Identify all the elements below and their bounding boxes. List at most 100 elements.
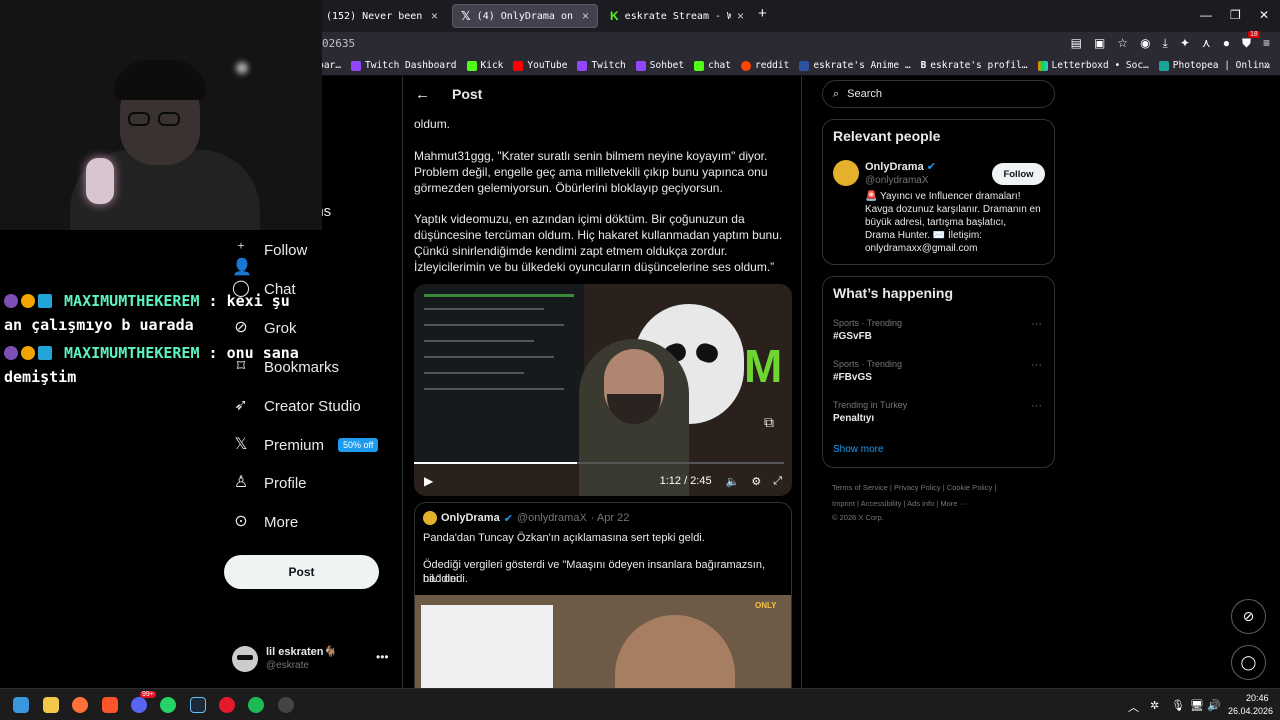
nav-label: Profile (264, 474, 307, 492)
play-icon[interactable]: ▶ (424, 474, 433, 488)
bookmark-label: Kick (480, 60, 504, 71)
browser-tab-3[interactable]: K eskrate Stream - Watch × (602, 4, 752, 28)
settings-icon[interactable]: ⚙ (751, 475, 761, 488)
minimize-icon[interactable]: — (1200, 8, 1212, 22)
glasses-left (128, 112, 150, 126)
footer-links[interactable]: Terms of Service | Privacy Policy | Cook… (832, 483, 996, 492)
menu-icon[interactable]: ≡ (1263, 36, 1270, 51)
more-icon[interactable]: ··· (1031, 400, 1042, 412)
windows-start-icon[interactable] (13, 697, 29, 713)
post-text-line: İzleyicilerimin ve bu ülkedeki oyuncular… (414, 260, 775, 274)
chat-message-2: MAXIMUMTHEKEREM : onu sana (4, 344, 299, 362)
embedded-video[interactable]: M ⧉ ▶ 1:12 / 2:45 🔈 ⚙ ⤢ (414, 284, 792, 496)
footer-links[interactable]: Imprint | Accessibility | Ads info | Mor… (832, 499, 967, 508)
bookmark-chat[interactable]: chat (694, 60, 731, 71)
search-box[interactable]: ⌕ Search (822, 80, 1055, 108)
bio-line: onlydramaxx@gmail.com (865, 243, 978, 254)
app-icon[interactable] (219, 697, 235, 713)
more-bookmarks-icon[interactable]: » (1264, 59, 1270, 71)
kick-logo-icon: K (610, 9, 619, 23)
spotify-icon[interactable] (248, 697, 264, 713)
extension-icon[interactable]: ◉ (1140, 36, 1150, 51)
reader-icon[interactable]: ▤ (1071, 36, 1082, 51)
star-icon[interactable]: ☆ (1117, 36, 1128, 51)
grok-floating-button[interactable]: ⊘ (1231, 599, 1266, 634)
nav-item-follow[interactable]: ⁺👤 Follow (232, 241, 307, 276)
close-icon[interactable]: × (737, 9, 744, 23)
url-bar[interactable]: 02635 (322, 37, 355, 50)
browser-tab-2[interactable]: 𝕏 (4) OnlyDrama on X: "Pi × (452, 4, 598, 28)
tray-chevron-icon[interactable]: ︿ (1128, 699, 1139, 715)
post-button[interactable]: Post (224, 555, 379, 589)
bookmark-anime[interactable]: eskrate's Anime … (799, 60, 911, 71)
firefox-icon[interactable] (72, 697, 88, 713)
more-icon[interactable]: ••• (376, 650, 389, 664)
download-icon[interactable]: ⤓ (1163, 36, 1168, 51)
avatar[interactable] (833, 160, 859, 186)
bookmark-sohbet[interactable]: Sohbet (635, 60, 684, 71)
post-text-line: görmezden gelemiyorsun. Öbürlerini blokl… (414, 181, 723, 195)
network-icon[interactable]: 🖥 (1190, 699, 1204, 712)
bookmark-reddit[interactable]: reddit (741, 60, 789, 71)
notif-badge: 99+ (140, 691, 156, 698)
app-icon[interactable] (278, 697, 294, 713)
close-icon[interactable]: × (431, 9, 438, 23)
bookmark-youtube[interactable]: YouTube (513, 60, 567, 71)
show-more-link[interactable]: Show more (833, 444, 884, 455)
fullscreen-icon[interactable]: ⤢ (773, 475, 782, 488)
steam-icon[interactable] (190, 697, 206, 713)
volume-icon[interactable]: 🔊 (1207, 699, 1221, 712)
clock-time[interactable]: 20:46 (1246, 693, 1269, 703)
pip-icon[interactable]: ⧉ (764, 414, 774, 431)
puzzle-icon[interactable]: ✦ (1180, 36, 1190, 51)
quoted-post[interactable]: OnlyDrama ✔ @onlydramaX · Apr 22 Panda'd… (414, 502, 792, 688)
whatsapp-icon[interactable] (160, 697, 176, 713)
quote-author: OnlyDrama ✔ @onlydramaX · Apr 22 (423, 511, 629, 525)
close-icon[interactable]: × (582, 9, 589, 23)
ublock-icon[interactable]: ⛊ 18 (1242, 31, 1260, 51)
premium-discount-badge: 50% off (338, 438, 379, 452)
messages-floating-button[interactable]: ◯ (1231, 645, 1266, 680)
nav-item-more[interactable]: ⊙ More (232, 513, 298, 531)
follow-button[interactable]: Follow (992, 163, 1045, 185)
bookmark-profile[interactable]: Beskrate's profil… (921, 60, 1028, 71)
more-icon[interactable]: ··· (1031, 318, 1042, 330)
post-text-line: Problem değil, engelle geç ama milletvek… (414, 165, 768, 179)
file-explorer-icon[interactable] (43, 697, 59, 713)
video-progress-track[interactable] (414, 462, 784, 464)
nav-item-grok[interactable]: ⊘ Grok (232, 319, 296, 337)
volume-icon[interactable]: 🔈 (726, 475, 740, 488)
bookmark-kick[interactable]: Kick (466, 60, 504, 71)
search-input[interactable]: Search (847, 88, 882, 100)
tray-app-icon[interactable]: ✲ (1150, 699, 1159, 712)
nav-item-premium[interactable]: 𝕏 Premium 50% off (232, 436, 379, 454)
person-handle: @onlydramaX (865, 175, 929, 186)
back-arrow-icon[interactable]: ← (415, 86, 430, 103)
microphone-icon[interactable]: 🎙 (1171, 699, 1185, 712)
relevant-people-card: Relevant people OnlyDrama ✔ @onlydramaX … (822, 119, 1055, 265)
pip-icon[interactable]: ▣ (1094, 36, 1105, 51)
profile-icon[interactable]: ● (1223, 36, 1230, 51)
brave-icon[interactable] (102, 697, 118, 713)
person-icon: ♙ (233, 474, 249, 491)
clock-date[interactable]: 26.04.2026 (1228, 706, 1273, 716)
badge-icon (4, 294, 18, 308)
close-window-icon[interactable]: ✕ (1259, 8, 1269, 22)
bird-icon[interactable]: ⋏ (1202, 36, 1211, 51)
new-tab-icon[interactable]: + (758, 5, 767, 22)
account-handle: @eskrate (266, 660, 309, 671)
bookmark-photopea[interactable]: Photopea | Onlin… (1158, 60, 1270, 71)
restore-icon[interactable]: ❐ (1230, 8, 1241, 22)
nav-item-creator-studio[interactable]: ➶ Creator Studio (232, 397, 360, 415)
glasses-right (158, 112, 180, 126)
bookmark-twitch-dashboard[interactable]: Twitch Dashboard (351, 60, 457, 71)
bookmark-letterboxd[interactable]: Letterboxd • Soc… (1037, 60, 1149, 71)
more-icon[interactable]: ··· (1031, 359, 1042, 371)
bookmark-twitch[interactable]: Twitch (577, 60, 626, 71)
account-switcher[interactable]: lil eskraten🐐 @eskrate ••• (232, 644, 394, 674)
discord-icon[interactable]: 99+ (131, 691, 156, 713)
whats-happening-card: What’s happening Sports · Trending #GSvF… (822, 276, 1055, 468)
nav-item-profile[interactable]: ♙ Profile (232, 474, 307, 492)
person-name[interactable]: OnlyDrama ✔ (865, 160, 936, 173)
browser-tab-1[interactable]: (152) Never been this d × (318, 4, 446, 28)
